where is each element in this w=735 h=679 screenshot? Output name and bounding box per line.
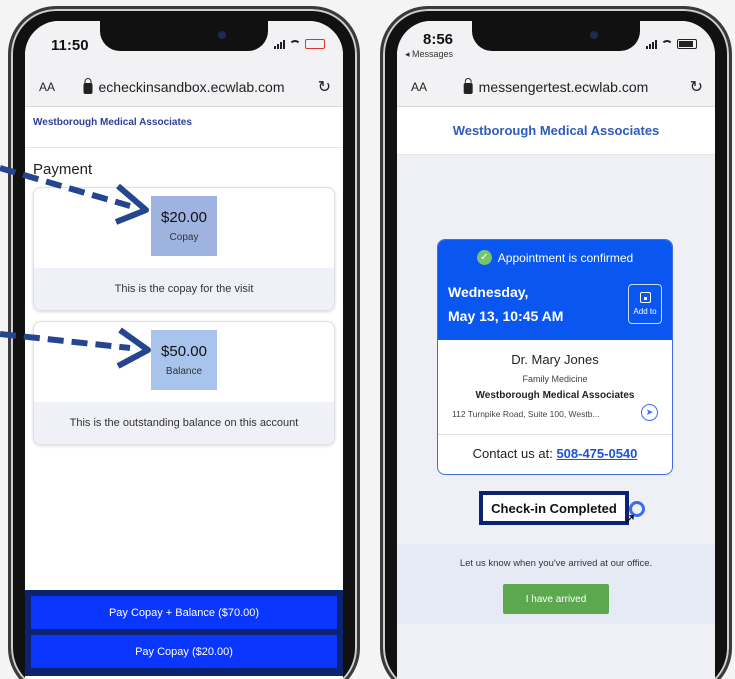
doctor-name: Dr. Mary Jones [511,352,599,367]
i-have-arrived-button[interactable]: I have arrived [503,584,609,614]
text-size-button[interactable]: AA [411,80,427,94]
doctor-specialty: Family Medicine [522,374,588,384]
signal-icon [646,39,657,49]
lock-icon [83,77,93,94]
divider [25,147,343,148]
system-icons [274,39,325,49]
practice-address: 112 Turnpike Road, Suite 100, Westb... [452,409,600,419]
url-text: messengertest.ecwlab.com [478,78,649,95]
notch [100,21,268,51]
arrow-icon [0,165,149,225]
practice-name: Westborough Medical Associates [33,117,192,128]
amount-value: $20.00 [161,209,207,226]
appointment-datetime: May 13, 10:45 AM [448,308,564,324]
add-to-label: Add to [633,307,657,316]
payment-footer: Pay Copay + Balance ($70.00) Pay Copay (… [25,590,343,676]
url-bar[interactable]: AA messengertest.ecwlab.com ↻ [397,67,715,107]
status-time: 8:56 [423,31,454,48]
phone-right: 8:56 ◂ Messages AA messengertest.ecwlab.… [380,6,732,679]
appointment-card: ✓ Appointment is confirmed Wednesday, Ma… [437,239,673,475]
pay-copay-balance-button[interactable]: Pay Copay + Balance ($70.00) [31,596,337,629]
calendar-add-icon [639,292,651,303]
battery-icon [677,39,697,49]
url-field[interactable]: echeckinsandbox.ecwlab.com [83,77,285,95]
card-description: This is the copay for the visit [34,268,334,310]
amount-value: $50.00 [161,343,207,360]
lock-icon [463,77,473,94]
arrived-prompt: Let us know when you've arrived at our o… [459,558,653,569]
amount-box: $20.00 Copay [151,196,217,256]
confirmation-text: Appointment is confirmed [497,250,634,265]
practice-label: Westborough Medical Associates [475,390,635,401]
system-icons [646,39,697,49]
navigate-icon[interactable]: ➤ [641,404,658,421]
battery-icon [305,39,325,49]
signal-icon [274,39,285,49]
text-size-button[interactable]: AA [39,80,55,94]
amount-label: Copay [169,232,199,243]
reload-icon[interactable]: ↻ [690,77,703,97]
practice-name: Westborough Medical Associates [397,107,715,155]
phone-link[interactable]: 508-475-0540 [556,446,637,461]
arrow-icon [0,327,151,369]
screenshot-stage: 11:50 AA echeckinsandbox.ecwlab.com ↻ We… [0,0,735,679]
camera-icon [218,31,226,39]
cursor-icon: ➚ [623,511,637,528]
reload-icon[interactable]: ↻ [318,77,331,97]
divider [438,434,672,435]
url-bar[interactable]: AA echeckinsandbox.ecwlab.com ↻ [25,67,343,107]
url-field[interactable]: messengertest.ecwlab.com [463,77,649,95]
contact-label: Contact us at: [472,446,553,461]
arrived-panel: Let us know when you've arrived at our o… [397,544,715,624]
amount-label: Balance [165,366,203,377]
wifi-icon [289,39,301,49]
amount-box: $50.00 Balance [151,330,217,390]
wifi-icon [661,39,673,49]
confirmation-row: ✓ Appointment is confirmed [438,250,672,265]
pay-copay-button[interactable]: Pay Copay ($20.00) [31,635,337,668]
status-time: 11:50 [51,37,89,54]
appointment-header: ✓ Appointment is confirmed Wednesday, Ma… [438,240,672,340]
check-circle-icon: ✓ [476,250,492,265]
add-to-calendar-button[interactable]: Add to [628,284,662,324]
camera-icon [590,31,598,39]
card-description: This is the outstanding balance on this … [34,402,334,444]
checkin-status: Check-in Completed [479,491,629,525]
appointment-weekday: Wednesday, [448,284,529,300]
contact-row: Contact us at: 508-475-0540 [438,446,672,461]
notch [472,21,640,51]
screen-right: 8:56 ◂ Messages AA messengertest.ecwlab.… [397,21,715,679]
back-to-messages[interactable]: ◂ Messages [405,49,453,60]
url-text: echeckinsandbox.ecwlab.com [98,78,285,95]
